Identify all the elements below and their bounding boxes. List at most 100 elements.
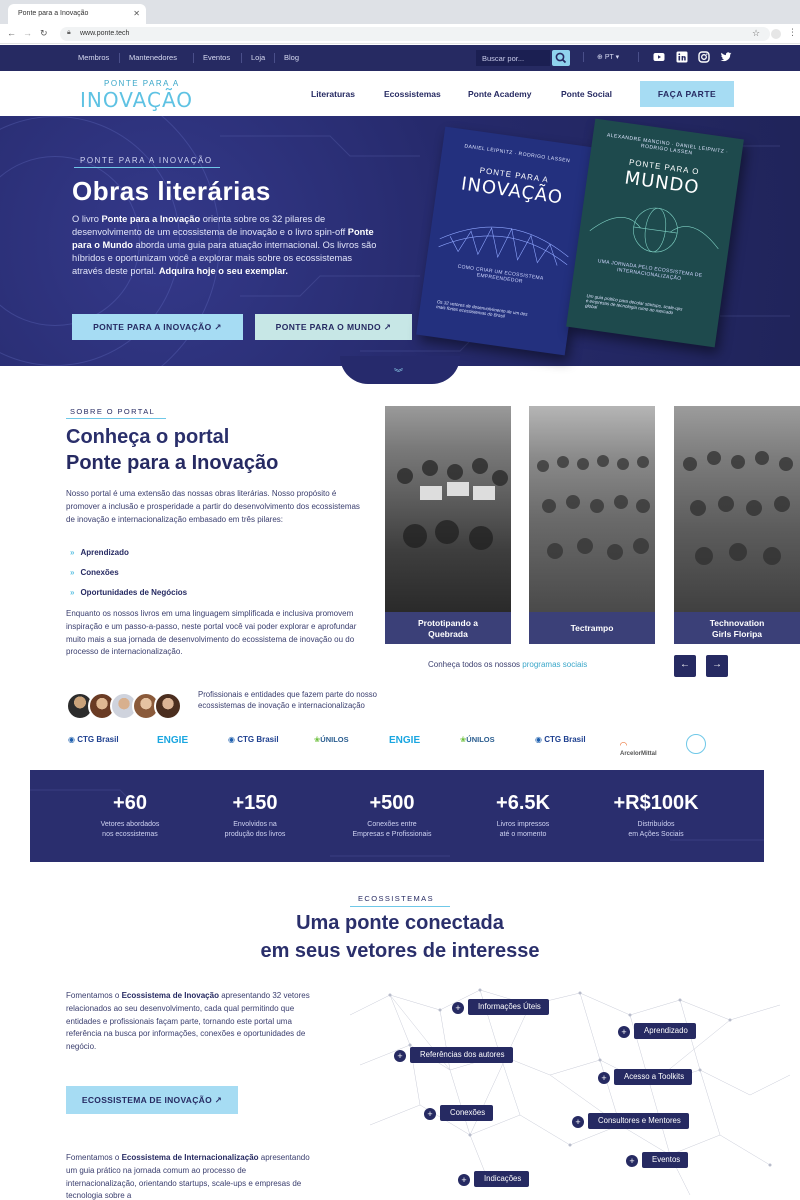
partner-logo-circle[interactable] <box>686 734 706 754</box>
partner-logo-ctg[interactable]: ◉ CTG Brasil <box>535 735 586 744</box>
plus-icon[interactable]: + <box>618 1026 630 1038</box>
partner-logo-ctg[interactable]: ◉ CTG Brasil <box>68 735 119 744</box>
divider <box>241 53 242 63</box>
instagram-icon[interactable] <box>698 51 710 63</box>
tag-aprendizado[interactable]: Aprendizado <box>634 1023 696 1039</box>
plus-icon[interactable]: + <box>424 1108 436 1120</box>
join-button[interactable]: FAÇA PARTE <box>640 81 734 107</box>
about-description: Nosso portal é uma extensão das nossas o… <box>66 489 360 524</box>
top-navbar: Membros Mantenedores Eventos Loja Blog B… <box>0 45 800 71</box>
address-bar[interactable]: 🔒︎ www.ponte.tech <box>60 27 770 41</box>
partner-name: ArcelorMittal <box>620 751 657 757</box>
browser-tab[interactable]: Ponte para a Inovação ✕ <box>8 4 146 24</box>
partner-logo-engie[interactable]: ENGIE <box>157 735 188 746</box>
topnav-link-blog[interactable]: Blog <box>284 53 299 62</box>
book-cover-mundo[interactable]: ALEXANDRE MANCINO · DANIEL LEIPNITZ · RO… <box>566 118 744 348</box>
partner-logo-unilos[interactable]: ❀ÚNILOS <box>460 735 495 744</box>
nav-ponte-academy[interactable]: Ponte Academy <box>468 89 531 99</box>
programs-link[interactable]: programas sociais <box>522 660 587 669</box>
stat-value: +6.5K <box>496 792 550 814</box>
topnav-link-loja[interactable]: Loja <box>251 53 265 62</box>
tag-acesso-toolkits[interactable]: Acesso a Toolkits <box>614 1069 693 1085</box>
world-network-map <box>349 988 791 1196</box>
search-button[interactable] <box>552 50 570 66</box>
logo-main-text: INOVAÇÃO <box>80 88 194 112</box>
topnav-link-membros[interactable]: Membros <box>78 53 109 62</box>
program-card-tectrampo[interactable]: Tectrampo <box>529 406 655 644</box>
partner-logo-ctg[interactable]: ◉ CTG Brasil <box>228 735 279 744</box>
youtube-icon[interactable] <box>653 51 665 63</box>
avatars-caption: Profissionais e entidades que fazem part… <box>198 690 378 710</box>
partner-name: CTG Brasil <box>77 735 119 744</box>
menu-dots-icon[interactable]: ⋮ <box>788 27 797 38</box>
tag-indicacoes[interactable]: Indicações <box>474 1171 530 1187</box>
plus-icon[interactable]: + <box>458 1174 470 1186</box>
partner-name: CTG Brasil <box>544 735 586 744</box>
partner-logo-arcelormittal[interactable]: ◠ ArcelorMittal <box>620 740 657 757</box>
tag-conexoes[interactable]: Conexões <box>440 1105 494 1121</box>
stat-label: Envolvidos na produção dos livros <box>195 820 315 839</box>
nav-ponte-social[interactable]: Ponte Social <box>561 89 612 99</box>
plus-icon[interactable]: + <box>598 1072 610 1084</box>
text: O livro <box>72 214 102 224</box>
plus-icon[interactable]: + <box>572 1116 584 1128</box>
language-selector[interactable]: ⊕ PT ▾ <box>597 53 619 61</box>
ctg-logo-icon: ◉ <box>68 735 75 744</box>
nav-literaturas[interactable]: Literaturas <box>311 89 355 99</box>
chevron-down-icon[interactable]: ︾ <box>394 366 403 379</box>
search-input[interactable]: Buscar por... <box>476 50 550 66</box>
plus-icon[interactable]: + <box>452 1002 464 1014</box>
twitter-icon[interactable] <box>720 51 732 63</box>
tag-informacoes-uteis[interactable]: Informações Úteis <box>468 999 549 1015</box>
label-line: produção dos livros <box>224 830 286 838</box>
close-icon[interactable]: ✕ <box>133 9 140 18</box>
reload-icon[interactable]: ↻ <box>40 28 48 39</box>
stats-banner: +60 Vetores abordados nos ecossistemas +1… <box>30 770 764 862</box>
label-line: Vetores abordados <box>100 821 160 828</box>
nav-ecossistemas[interactable]: Ecossistemas <box>384 89 441 99</box>
program-card-prototipando[interactable]: Prototipando a Quebrada <box>385 406 511 644</box>
browser-tabbar: Ponte para a Inovação ✕ <box>0 0 800 24</box>
avatar[interactable] <box>154 692 182 720</box>
program-card-label: Technovation Girls Floripa <box>674 612 800 644</box>
tag-eventos[interactable]: Eventos <box>642 1152 689 1168</box>
text: Fomentamos o <box>66 1153 122 1162</box>
section-title: Conheça o portal <box>66 426 230 448</box>
divider <box>274 53 275 63</box>
ponte-mundo-button[interactable]: PONTE PARA O MUNDO ↗ <box>255 314 412 340</box>
bridge-illustration <box>438 226 569 266</box>
tag-consultores-mentores[interactable]: Consultores e Mentores <box>588 1113 689 1129</box>
back-icon[interactable]: ← <box>7 28 16 38</box>
text: apresentando 32 vetores relacionados ao … <box>66 991 310 1052</box>
bookmark-star-icon[interactable]: ☆ <box>752 28 760 39</box>
forward-icon[interactable]: → <box>23 28 32 38</box>
program-card-technovation[interactable]: Technovation Girls Floripa <box>674 406 800 644</box>
linkedin-icon[interactable] <box>676 51 688 63</box>
text-bold: Ecossistema de Internacionalização <box>121 1153 259 1162</box>
programs-text: Conheça todos os nossos programas sociai… <box>428 660 587 669</box>
carousel-prev-button[interactable]: ← <box>674 655 696 677</box>
book-link-inovacao: Ponte para a Inovação <box>101 214 201 224</box>
partner-logo-engie[interactable]: ENGIE <box>389 735 420 746</box>
label-line: Girls Floripa <box>711 629 763 639</box>
text-bold: Ecossistema de Inovação <box>121 991 219 1000</box>
logo-top-text: PONTE PARA A <box>104 79 180 88</box>
section-kicker: SOBRE O PORTAL <box>70 407 156 416</box>
arrow-left-icon: ← <box>680 659 690 670</box>
tag-referencias-autores[interactable]: Referências dos autores <box>410 1047 513 1063</box>
carousel-next-button[interactable]: → <box>706 655 728 677</box>
double-chevron-right-icon: » <box>70 568 75 577</box>
topnav-link-mantenedores[interactable]: Mantenedores <box>129 53 177 62</box>
site-header: PONTE PARA A INOVAÇÃO Literaturas Ecossi… <box>0 71 800 116</box>
topnav-link-eventos[interactable]: Eventos <box>203 53 230 62</box>
plus-icon[interactable]: + <box>394 1050 406 1062</box>
kicker-underline <box>66 418 166 419</box>
program-card-label: Tectrampo <box>529 612 655 644</box>
partner-logo-unilos[interactable]: ❀ÚNILOS <box>314 735 349 744</box>
stat-value: +150 <box>232 792 278 814</box>
label-line: Prototipando a <box>418 618 478 628</box>
plus-icon[interactable]: + <box>626 1155 638 1167</box>
ecossistema-inovacao-button[interactable]: ECOSSISTEMA DE INOVAÇÃO ↗ <box>66 1086 238 1114</box>
profile-avatar[interactable] <box>771 29 781 39</box>
ponte-inovacao-button[interactable]: PONTE PARA A INOVAÇÃO ↗ <box>72 314 243 340</box>
